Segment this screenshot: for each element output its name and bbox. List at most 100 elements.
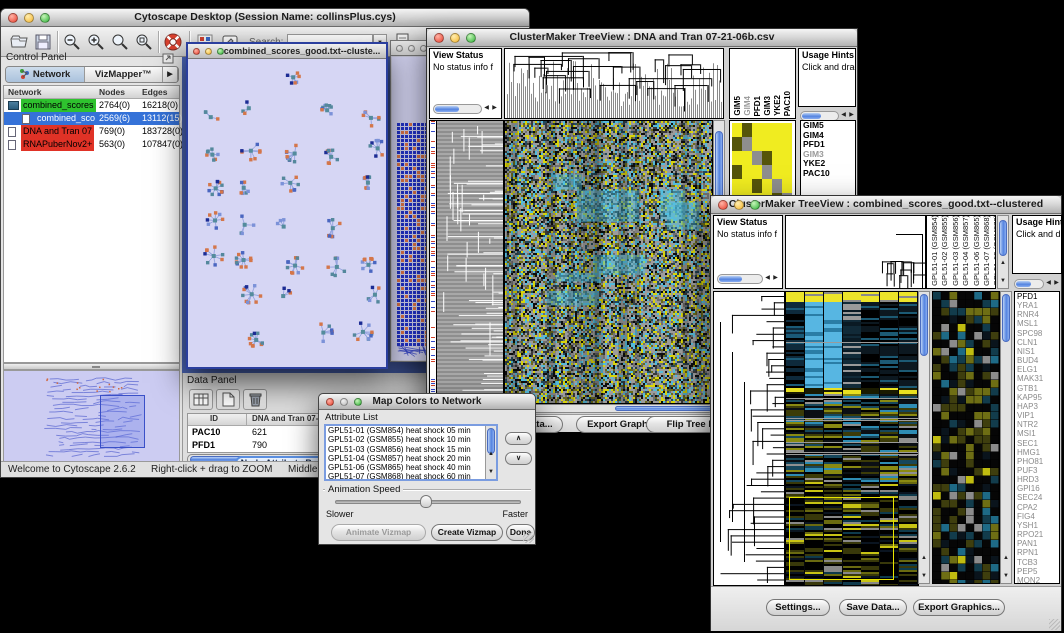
new-attribute-button[interactable] <box>216 389 240 410</box>
close-icon[interactable] <box>8 13 18 23</box>
treeview2-window[interactable]: ClusterMaker TreeView : combined_scores_… <box>710 195 1062 631</box>
window-controls[interactable] <box>396 45 427 52</box>
scroll-down-icon[interactable] <box>921 573 928 580</box>
network-tree-row[interactable]: DNA and Tran 07 769(0) 183728(0) <box>4 125 179 138</box>
move-up-button[interactable]: ∧ <box>505 432 532 445</box>
settings-button[interactable]: Settings... <box>766 599 830 616</box>
tv2-labels-scrollbar[interactable] <box>997 215 1009 289</box>
minimize-icon[interactable] <box>408 45 415 52</box>
gene-label[interactable]: GPI16 <box>1015 484 1059 493</box>
help-lifebuoy-button[interactable] <box>163 32 183 52</box>
export-graphics-button[interactable]: Export Graphics... <box>913 599 1005 616</box>
save-data-button[interactable]: Save Data... <box>839 599 907 616</box>
gene-label[interactable]: CLN1 <box>1015 338 1059 347</box>
scroll-down-icon[interactable] <box>488 469 495 476</box>
tv2-gene-dendrogram[interactable] <box>713 291 785 586</box>
network-frame-1[interactable]: combined_scores_good.txt--cluste... <box>186 42 388 369</box>
gene-label[interactable]: ELG1 <box>1015 365 1059 374</box>
birdseye-view[interactable] <box>3 370 180 465</box>
tv1-gene-dendrogram[interactable] <box>436 120 504 404</box>
scroll-right-icon[interactable] <box>848 112 855 119</box>
minimize-icon[interactable] <box>24 13 34 23</box>
zoom-fit-button[interactable] <box>110 32 130 52</box>
gene-label[interactable]: PUF3 <box>1015 466 1059 475</box>
gene-label[interactable]: NTR2 <box>1015 420 1059 429</box>
gene-label[interactable]: GTB1 <box>1015 384 1059 393</box>
column-label[interactable]: GIM5 <box>733 96 742 116</box>
tv2-genelist-scrollbar[interactable] <box>1014 277 1060 290</box>
column-label[interactable]: GPL51-07 (GSM868) <box>982 215 991 286</box>
zoom-icon[interactable] <box>217 48 224 55</box>
gene-label[interactable]: RPO21 <box>1015 530 1059 539</box>
attribute-list-scrollbar[interactable] <box>485 426 496 479</box>
window-controls[interactable] <box>193 48 224 55</box>
main-titlebar[interactable]: Cytoscape Desktop (Session Name: collins… <box>1 9 529 27</box>
gene-label[interactable]: MSI1 <box>1015 429 1059 438</box>
gene-label[interactable]: PAN1 <box>1015 539 1059 548</box>
scroll-right-icon[interactable] <box>491 105 498 112</box>
gene-label[interactable]: SEC1 <box>1015 439 1059 448</box>
resize-grip[interactable] <box>523 532 534 543</box>
dialog-titlebar[interactable]: Map Colors to Network <box>319 394 535 410</box>
col-network[interactable]: Network <box>8 86 42 99</box>
minimize-icon[interactable] <box>450 33 460 43</box>
column-label[interactable]: GPL51-08 (GSM872) <box>992 215 996 286</box>
attribute-item[interactable]: GPL51-07 (GSM868) heat shock 60 min <box>326 472 496 481</box>
attribute-listbox[interactable]: GPL51-01 (GSM854) heat shock 05 minGPL51… <box>324 424 498 481</box>
resize-grip[interactable] <box>1049 619 1060 630</box>
gene-label[interactable]: MSL1 <box>1015 319 1059 328</box>
animate-vizmap-button[interactable]: Animate Vizmap <box>331 524 426 541</box>
zoom-selected-button[interactable] <box>134 32 154 52</box>
column-label[interactable]: GIM3 <box>763 96 772 116</box>
birdseye-canvas[interactable] <box>4 371 179 464</box>
scroll-left-icon[interactable] <box>764 275 771 282</box>
col-id[interactable]: ID <box>210 414 218 423</box>
gene-label[interactable]: PEP5 <box>1015 567 1059 576</box>
view-status-scrollbar[interactable] <box>717 272 779 285</box>
gene-label[interactable]: RPN1 <box>1015 548 1059 557</box>
window-controls[interactable] <box>8 13 50 23</box>
gene-label[interactable]: HMG1 <box>1015 448 1059 457</box>
zoom-out-button[interactable] <box>62 32 82 52</box>
zoom-icon[interactable] <box>750 200 760 210</box>
gene-label[interactable]: HRD3 <box>1015 475 1059 484</box>
minimize-icon[interactable] <box>340 398 348 406</box>
tv2-heatmap-vscrollbar[interactable] <box>918 291 930 584</box>
network-tree-row[interactable]: combined_sco 2569(6) 13112(15) <box>4 112 179 125</box>
col-edges[interactable]: Edges <box>142 86 168 99</box>
scroll-left-icon[interactable] <box>483 105 490 112</box>
scroll-right-icon[interactable] <box>1053 280 1060 287</box>
column-label[interactable]: PAC10 <box>783 91 792 116</box>
gene-label[interactable]: TCB3 <box>1015 558 1059 567</box>
scroll-left-icon[interactable] <box>840 112 847 119</box>
close-icon[interactable] <box>193 48 200 55</box>
delete-attribute-button[interactable] <box>243 389 267 410</box>
gene-label[interactable]: YSH1 <box>1015 521 1059 530</box>
column-label[interactable]: GPL51-03 (GSM856) <box>951 215 960 286</box>
gene-label[interactable]: KAP95 <box>1015 393 1059 402</box>
scroll-up-icon[interactable] <box>921 555 928 562</box>
map-colors-dialog[interactable]: Map Colors to Network Attribute List GPL… <box>318 393 536 545</box>
gene-label[interactable]: FIG4 <box>1015 512 1059 521</box>
move-down-button[interactable]: ∨ <box>505 452 532 465</box>
col-nodes[interactable]: Nodes <box>99 86 125 99</box>
float-panel-icon[interactable] <box>162 53 174 64</box>
tab-overflow-arrow[interactable]: ▶ <box>163 67 178 82</box>
close-icon[interactable] <box>396 45 403 52</box>
network-tree-row[interactable]: combined_scores 2764(0) 16218(0) <box>4 99 179 112</box>
treeview2-titlebar[interactable]: ClusterMaker TreeView : combined_scores_… <box>711 196 1061 214</box>
column-label[interactable]: YKE2 <box>773 95 782 116</box>
slider-thumb[interactable] <box>420 495 432 508</box>
scrollbar-thumb[interactable] <box>920 294 928 356</box>
close-icon[interactable] <box>434 33 444 43</box>
open-file-button[interactable] <box>9 32 29 52</box>
treeview1-titlebar[interactable]: ClusterMaker TreeView : DNA and Tran 07-… <box>427 29 857 47</box>
gene-label[interactable]: SPC98 <box>1015 329 1059 338</box>
select-attributes-button[interactable] <box>189 389 213 410</box>
zoom-icon[interactable] <box>354 398 362 406</box>
minimize-icon[interactable] <box>205 48 212 55</box>
scroll-up-icon[interactable] <box>488 451 495 458</box>
attribute-item[interactable]: GPL51-04 (GSM857) heat shock 20 min <box>326 454 496 463</box>
view-status-scrollbar[interactable] <box>433 102 498 115</box>
scrollbar-thumb[interactable] <box>1002 294 1010 342</box>
